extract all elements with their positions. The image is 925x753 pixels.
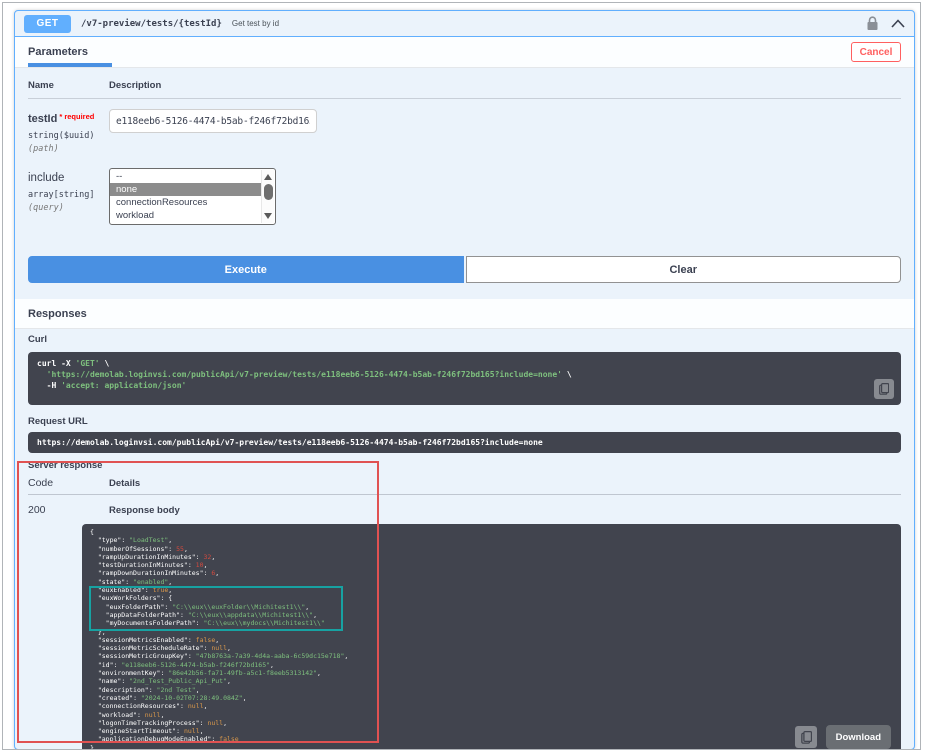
response-body-label: Response body (109, 504, 901, 518)
curl-code-block: curl -X 'GET' \ 'https://demolab.loginvs… (28, 352, 901, 405)
scrollbar-thumb[interactable] (264, 184, 273, 200)
lock-icon[interactable] (866, 16, 879, 31)
request-url-value: https://demolab.loginvsi.com/publicApi/v… (37, 438, 543, 447)
parameters-title: Parameters (28, 46, 88, 58)
column-header-code: Code (28, 477, 109, 489)
method-badge: GET (24, 15, 71, 33)
param-row-testid: testId* required string($uuid) (path) (28, 109, 901, 154)
server-response-table-header: Code Details (28, 477, 901, 495)
server-response-row: 200 Response body { "type": "LoadTest", … (28, 500, 901, 750)
scrollbar-down-icon[interactable] (264, 213, 272, 219)
param-row-include: include array[string] (query) --noneconn… (28, 168, 901, 225)
include-listbox[interactable]: --noneconnectionResourcesworkloadthresho… (109, 168, 276, 225)
listbox-scrollbar[interactable] (261, 170, 274, 223)
opblock-get: GET /v7-preview/tests/{testId} Get test … (14, 10, 915, 750)
include-option-connectionResources[interactable]: connectionResources (110, 196, 261, 209)
download-button[interactable]: Download (826, 725, 891, 749)
param-location-testid: (path) (28, 144, 109, 154)
param-name-testid: testId (28, 113, 57, 125)
endpoint-description: Get test by id (232, 19, 279, 28)
curl-command: curl -X 'GET' \ 'https://demolab.loginvs… (37, 358, 892, 391)
request-url-label: Request URL (28, 415, 901, 429)
collapse-chevron-icon[interactable] (891, 19, 905, 28)
param-name-include: include (28, 172, 64, 184)
testid-input[interactable] (109, 109, 317, 133)
parameters-tab-indicator (28, 63, 112, 67)
column-header-name: Name (28, 80, 109, 91)
param-type-include: array[string] (28, 190, 109, 200)
response-body-block: { "type": "LoadTest", "numberOfSessions"… (82, 524, 901, 750)
include-option-none[interactable]: none (110, 183, 261, 196)
param-type-testid: string($uuid) (28, 131, 109, 141)
parameters-table-header: Name Description (28, 68, 901, 99)
status-code: 200 (28, 504, 46, 516)
endpoint-path: /v7-preview/tests/{testId} (81, 19, 222, 29)
column-header-details: Details (109, 478, 140, 489)
responses-title: Responses (28, 308, 87, 320)
cancel-button[interactable]: Cancel (851, 42, 901, 62)
execute-button[interactable]: Execute (28, 256, 464, 283)
response-body-json: { "type": "LoadTest", "numberOfSessions"… (90, 528, 893, 750)
response-copy-button[interactable] (795, 726, 817, 748)
include-listbox-options: --noneconnectionResourcesworkloadthresho… (110, 170, 261, 225)
curl-copy-button[interactable] (874, 379, 894, 399)
server-response-label: Server response (28, 459, 901, 473)
include-option-thresholds[interactable]: thresholds (110, 222, 261, 225)
param-location-include: (query) (28, 203, 109, 213)
curl-label: Curl (28, 333, 901, 347)
include-option-[interactable]: -- (110, 170, 261, 183)
endpoint-summary-bar[interactable]: GET /v7-preview/tests/{testId} Get test … (15, 11, 914, 37)
responses-header: Responses (15, 299, 914, 329)
include-option-workload[interactable]: workload (110, 209, 261, 222)
execute-row: Execute Clear (28, 256, 901, 283)
clear-button[interactable]: Clear (466, 256, 902, 283)
parameters-header: Parameters Cancel (15, 37, 914, 68)
parameters-table: Name Description testId* required string… (28, 68, 901, 225)
responses-body: Curl curl -X 'GET' \ 'https://demolab.lo… (28, 329, 901, 749)
scrollbar-up-icon[interactable] (264, 174, 272, 180)
param-required-flag: * required (59, 112, 94, 121)
request-url-block: https://demolab.loginvsi.com/publicApi/v… (28, 432, 901, 453)
swagger-panel: GET /v7-preview/tests/{testId} Get test … (2, 2, 921, 750)
column-header-description: Description (109, 80, 161, 91)
